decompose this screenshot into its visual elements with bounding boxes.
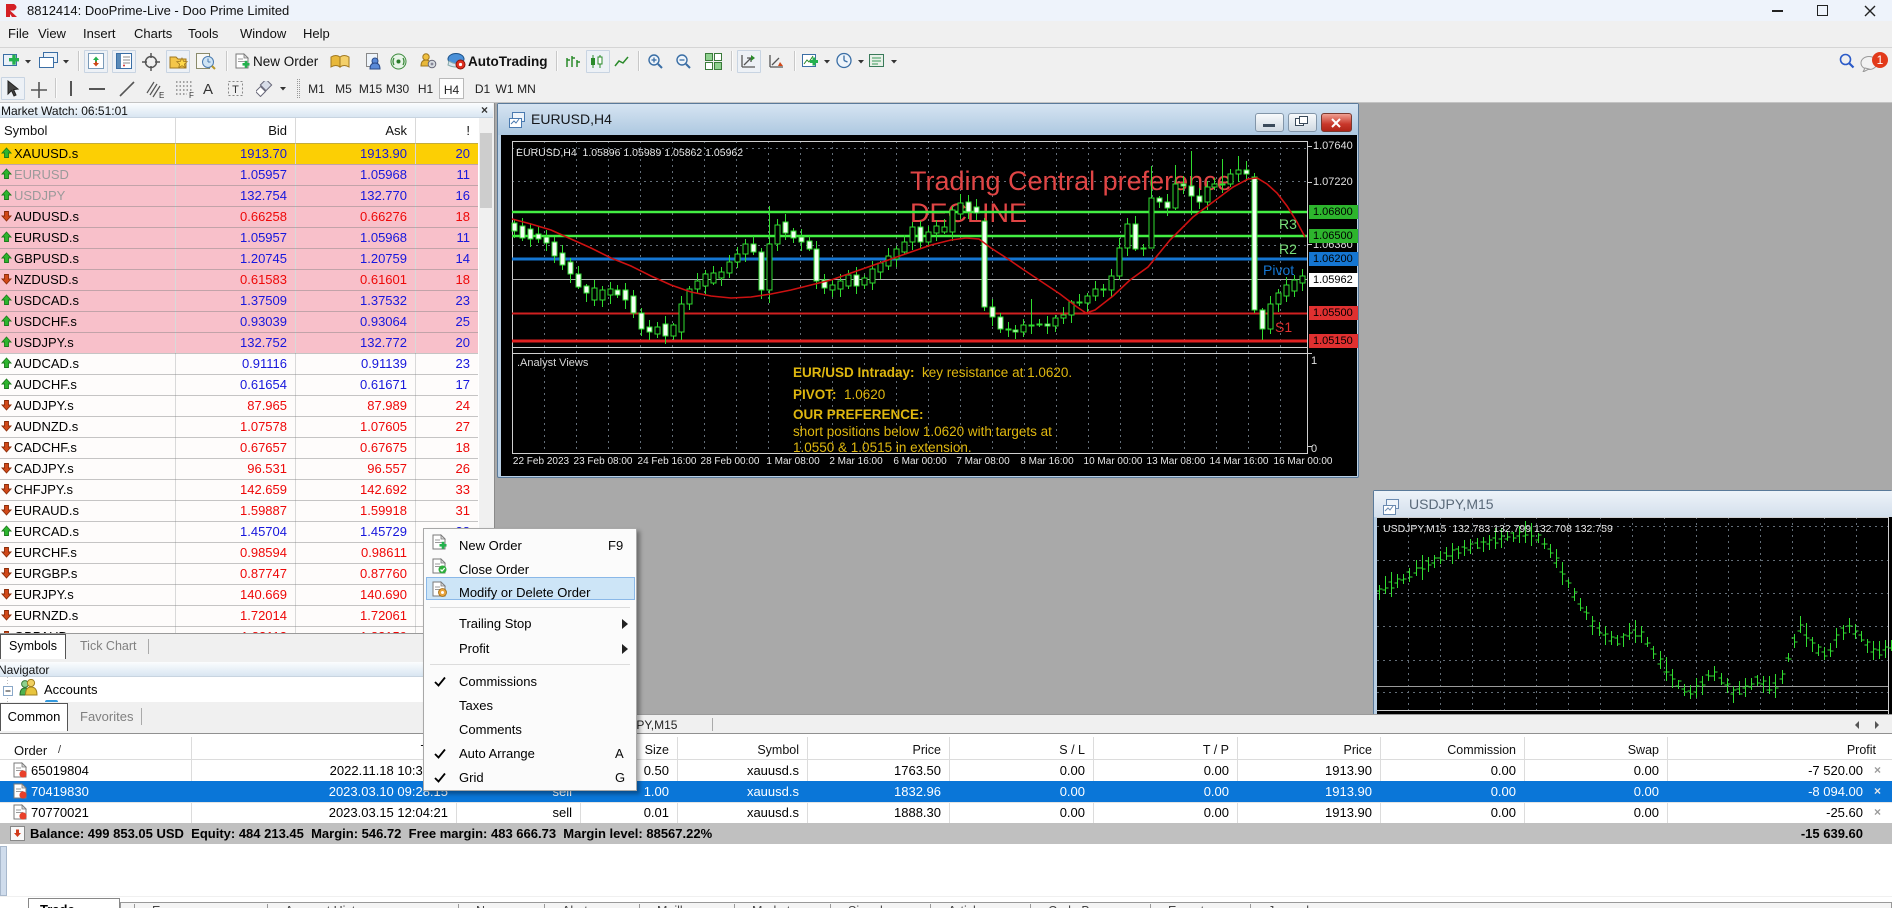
svg-text:F: F bbox=[189, 91, 194, 99]
svg-text:E: E bbox=[159, 91, 164, 99]
svg-text:T: T bbox=[232, 84, 239, 96]
svg-text:1: 1 bbox=[1877, 53, 1884, 67]
